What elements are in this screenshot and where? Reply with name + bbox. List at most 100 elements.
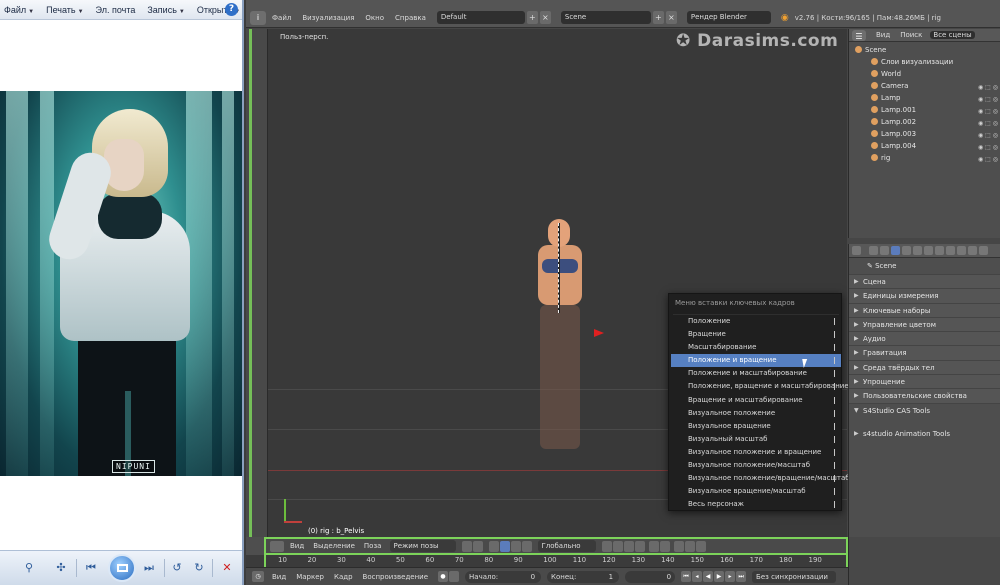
object-tab-icon[interactable] bbox=[913, 246, 922, 255]
visibility-toggles-icon[interactable]: ◉ ⬚ ◎ bbox=[968, 94, 998, 103]
menu-view[interactable]: Вид bbox=[272, 573, 286, 581]
editor-type-icon[interactable] bbox=[270, 540, 284, 552]
world-tab-icon[interactable] bbox=[902, 246, 911, 255]
keyframe-menu-item[interactable]: Визуальный масштаб bbox=[671, 433, 841, 446]
collapsed-triangle-icon[interactable]: ▶ bbox=[854, 361, 859, 375]
add-scene-button[interactable]: + bbox=[652, 11, 664, 24]
timeline-ruler[interactable]: 10 20 30 40 50 60 70 80 90 100 110 120 130 140 150 160 1… bbox=[264, 555, 848, 567]
zoom-icon[interactable]: ⚲ bbox=[20, 560, 38, 576]
properties-panel-header[interactable]: ▼ S4Studio CAS Tools bbox=[849, 402, 1000, 427]
collapsed-triangle-icon[interactable]: ▶ bbox=[854, 275, 859, 289]
keyframe-menu-item[interactable]: Положение и вращение bbox=[671, 354, 841, 368]
keyframe-menu-item[interactable]: Визуальное положение/масштаб bbox=[671, 459, 841, 472]
keyframe-menu-item[interactable]: Масштабирование bbox=[671, 341, 841, 354]
properties-panel-header[interactable]: ▶ Среда твёрдых тел bbox=[849, 359, 1000, 375]
outliner-menu-view[interactable]: Вид bbox=[876, 31, 890, 39]
menu-burn[interactable]: Запись ▼ bbox=[147, 5, 184, 15]
visibility-toggles-icon[interactable]: ◉ ⬚ ◎ bbox=[968, 82, 998, 91]
rotate-left-icon[interactable]: ↺ bbox=[168, 560, 186, 576]
menu-render[interactable]: Визуализация bbox=[302, 14, 354, 22]
collapsed-triangle-icon[interactable]: ▶ bbox=[854, 318, 859, 332]
layer-button[interactable] bbox=[602, 540, 613, 552]
viewport-shading-icon[interactable] bbox=[462, 540, 473, 552]
sims-character-model[interactable] bbox=[526, 219, 596, 449]
layer-button[interactable] bbox=[660, 540, 671, 552]
keyframe-menu-item[interactable]: Вращение и масштабирование bbox=[671, 394, 841, 407]
keyframe-menu-item[interactable]: Визуальное положение/вращение/масштаб bbox=[671, 472, 850, 485]
bone-constraints-tab-icon[interactable] bbox=[968, 246, 977, 255]
keyframe-menu-item[interactable]: Визуальное вращение bbox=[671, 420, 841, 433]
render-tab-icon[interactable] bbox=[869, 246, 878, 255]
outliner-row[interactable]: Lamp.002 ◉ ⬚ ◎ bbox=[849, 116, 1000, 128]
menu-view[interactable]: Вид bbox=[290, 542, 304, 550]
collapsed-triangle-icon[interactable]: ▶ bbox=[854, 375, 859, 389]
keyframe-menu-item[interactable]: Положение bbox=[671, 315, 841, 328]
outliner-row[interactable]: Lamp.001 ◉ ⬚ ◎ bbox=[849, 104, 1000, 116]
clock-icon[interactable]: ◷ bbox=[252, 571, 264, 582]
snap-icon[interactable] bbox=[674, 540, 685, 552]
outliner-row[interactable]: Scene bbox=[849, 44, 1000, 56]
properties-panel-header[interactable]: ▶ Единицы измерения bbox=[849, 288, 1000, 303]
editor-type-icon[interactable] bbox=[852, 246, 861, 255]
keyframe-menu-item[interactable]: Весь персонаж bbox=[671, 498, 841, 511]
jump-start-icon[interactable]: ⏮ bbox=[681, 571, 692, 582]
visibility-toggles-icon[interactable]: ◉ ⬚ ◎ bbox=[968, 154, 998, 163]
properties-panel-header[interactable]: ▶ Управление цветом bbox=[849, 316, 1000, 332]
camera-icon[interactable] bbox=[696, 540, 707, 552]
modifiers-tab-icon[interactable] bbox=[935, 246, 944, 255]
jump-keyframe-back-icon[interactable]: ◂ bbox=[692, 571, 703, 582]
collapsed-triangle-icon[interactable]: ▶ bbox=[854, 332, 859, 346]
menu-print[interactable]: Печать ▼ bbox=[46, 5, 83, 15]
layout-select[interactable]: Default bbox=[436, 11, 525, 24]
remove-layout-button[interactable]: × bbox=[539, 11, 551, 24]
mode-select[interactable]: Режим позы bbox=[390, 540, 457, 552]
display-mode-select[interactable]: Все сцены bbox=[930, 31, 975, 39]
menu-frame[interactable]: Кадр bbox=[334, 573, 353, 581]
data-tab-icon[interactable] bbox=[946, 246, 955, 255]
outliner-row[interactable]: Слои визуализации bbox=[849, 56, 1000, 68]
properties-panel-header[interactable]: ▶ Сцена bbox=[849, 274, 1000, 289]
scene-tab-icon[interactable] bbox=[891, 246, 900, 255]
layers-tab-icon[interactable] bbox=[880, 246, 889, 255]
expanded-triangle-icon[interactable]: ▼ bbox=[854, 404, 859, 418]
visibility-toggles-icon[interactable]: ◉ ⬚ ◎ bbox=[968, 142, 998, 151]
armature-bone[interactable] bbox=[558, 223, 560, 313]
current-frame-field[interactable]: 0 bbox=[625, 570, 676, 583]
help-icon[interactable]: ? bbox=[225, 3, 238, 16]
rotate-right-icon[interactable]: ↻ bbox=[190, 560, 208, 576]
remove-scene-button[interactable]: × bbox=[665, 11, 677, 24]
collapsed-triangle-icon[interactable]: ▶ bbox=[854, 427, 859, 441]
layer-button[interactable] bbox=[624, 540, 635, 552]
visibility-toggles-icon[interactable]: ◉ ⬚ ◎ bbox=[968, 106, 998, 115]
keyframe-menu-item[interactable]: Положение и масштабирование bbox=[671, 367, 841, 380]
properties-panel-header[interactable]: ▶ s4studio Animation Tools bbox=[849, 426, 1000, 441]
play-icon[interactable]: ▶ bbox=[714, 571, 725, 582]
scale-icon[interactable] bbox=[522, 540, 533, 552]
start-frame-field[interactable]: Начало: 0 bbox=[465, 570, 542, 583]
outliner-menu-search[interactable]: Поиск bbox=[900, 31, 922, 39]
keyframe-menu-item[interactable]: Визуальное положение и вращение bbox=[671, 446, 841, 459]
collapsed-triangle-icon[interactable]: ▶ bbox=[854, 346, 859, 360]
menu-help[interactable]: Справка bbox=[395, 14, 426, 22]
jump-keyframe-forward-icon[interactable]: ▸ bbox=[725, 571, 736, 582]
translate-icon[interactable] bbox=[500, 540, 511, 552]
menu-file[interactable]: Файл bbox=[272, 14, 291, 22]
sync-mode-select[interactable]: Без синхронизации bbox=[752, 570, 837, 583]
render-engine-select[interactable]: Рендер Blender bbox=[686, 11, 771, 24]
properties-panel-header[interactable]: ▶ Ключевые наборы bbox=[849, 302, 1000, 318]
layer-button[interactable] bbox=[649, 540, 660, 552]
properties-panel-header[interactable]: ▶ Пользовательские свойства bbox=[849, 388, 1000, 403]
outliner-row[interactable]: Lamp.003 ◉ ⬚ ◎ bbox=[849, 128, 1000, 140]
rotate-icon[interactable] bbox=[511, 540, 522, 552]
menu-window[interactable]: Окно bbox=[365, 14, 384, 22]
keyframe-menu-item[interactable]: Визуальное вращение/масштаб bbox=[671, 485, 841, 498]
texture-tab-icon[interactable] bbox=[979, 246, 988, 255]
visibility-toggles-icon[interactable]: ◉ ⬚ ◎ bbox=[968, 118, 998, 127]
collapsed-triangle-icon[interactable]: ▶ bbox=[854, 389, 859, 403]
collapsed-triangle-icon[interactable]: ▶ bbox=[854, 304, 859, 318]
layer-button[interactable] bbox=[635, 540, 646, 552]
menu-email[interactable]: Эл. почта bbox=[96, 5, 136, 15]
keying-set-icon[interactable] bbox=[449, 571, 460, 582]
outliner-icon[interactable]: ☰ bbox=[852, 29, 866, 41]
outliner-row[interactable]: rig ◉ ⬚ ◎ bbox=[849, 152, 1000, 164]
